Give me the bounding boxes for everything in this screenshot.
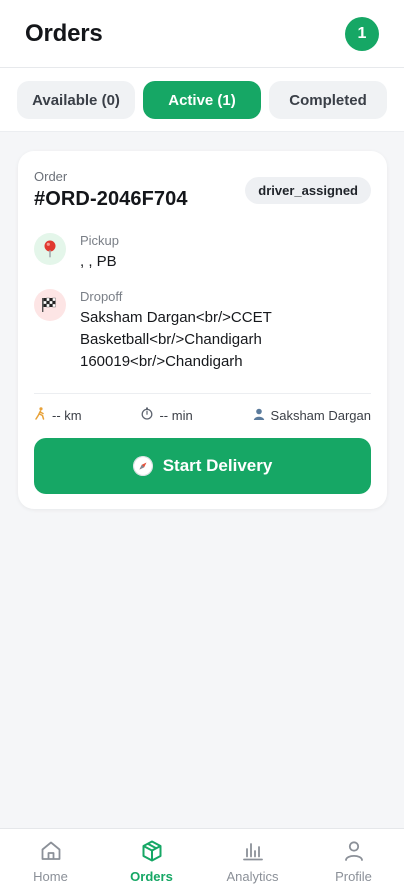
stopwatch-icon	[141, 407, 153, 423]
compass-icon	[132, 456, 153, 476]
package-icon	[142, 840, 161, 862]
nav-orders[interactable]: Orders	[101, 829, 202, 896]
user-icon	[344, 841, 363, 861]
distance-value: -- km	[52, 407, 82, 423]
pickup-address: , , PB	[80, 253, 117, 270]
order-meta: -- km -- min Saksham Dargan	[34, 407, 371, 423]
divider	[34, 393, 371, 394]
pickup-label: Pickup	[80, 233, 120, 248]
order-card[interactable]: Order #ORD-2046F704 driver_assigned Pick…	[18, 151, 387, 509]
distance-info: -- km	[34, 407, 82, 423]
duration-value: -- min	[159, 407, 193, 423]
customer-name: Saksham Dargan	[270, 407, 371, 423]
nav-profile[interactable]: Profile	[303, 829, 404, 896]
bottom-navigation: Home Orders Analytics Profile	[0, 828, 404, 896]
order-id: #ORD-2046F704	[34, 188, 188, 210]
order-card-header: Order #ORD-2046F704 driver_assigned	[34, 169, 371, 211]
dropoff-row: Dropoff Saksham Dargan<br/>CCET Basketba…	[34, 289, 371, 373]
start-delivery-button[interactable]: Start Delivery	[34, 438, 371, 494]
nav-analytics-label: Analytics	[226, 869, 279, 884]
dropoff-label: Dropoff	[80, 289, 123, 304]
customer-info: Saksham Dargan	[253, 408, 371, 423]
duration-info: -- min	[141, 407, 193, 423]
app: Orders 1 Available (0) Active (1) Comple…	[0, 0, 404, 896]
bar-chart-icon	[242, 843, 263, 861]
user-icon	[253, 408, 265, 423]
tab-available[interactable]: Available (0)	[17, 81, 135, 119]
checkered-flag-icon	[34, 289, 66, 321]
order-label: Order	[34, 169, 68, 184]
pickup-row: Pickup , , PB	[34, 233, 371, 273]
nav-analytics[interactable]: Analytics	[202, 829, 303, 896]
start-delivery-label: Start Delivery	[162, 456, 273, 475]
status-badge: driver_assigned	[245, 177, 371, 204]
page-title: Orders	[25, 19, 103, 47]
dropoff-address: Saksham Dargan<br/>CCET Basketball<br/>C…	[80, 309, 272, 370]
pin-icon	[34, 233, 66, 265]
tab-active[interactable]: Active (1)	[143, 81, 261, 119]
nav-orders-label: Orders	[130, 869, 173, 884]
walking-icon	[34, 407, 46, 423]
order-tabs: Available (0) Active (1) Completed	[0, 68, 404, 132]
nav-home[interactable]: Home	[0, 829, 101, 896]
active-count-badge[interactable]: 1	[345, 16, 379, 51]
tab-completed[interactable]: Completed	[269, 81, 387, 119]
top-bar: Orders 1	[0, 0, 404, 68]
nav-profile-label: Profile	[335, 869, 372, 884]
home-icon	[41, 841, 60, 860]
nav-home-label: Home	[33, 869, 68, 884]
